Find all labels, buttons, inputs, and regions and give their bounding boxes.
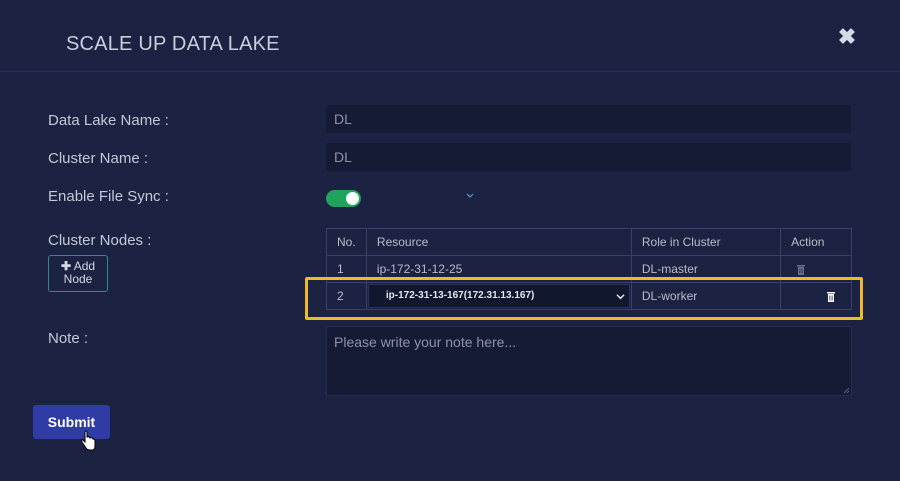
resource-select[interactable]: ip-172-31-13-167(172.31.13.167) — [367, 284, 630, 308]
note-textarea[interactable]: Please write your note here... — [326, 326, 852, 396]
row-action — [780, 255, 852, 283]
cluster-nodes-label: Cluster Nodes : — [48, 232, 152, 249]
header-role: Role in Cluster — [630, 228, 782, 256]
add-node-button[interactable]: ✚ Add Node — [48, 255, 108, 292]
add-node-label-node: Node — [63, 272, 93, 286]
table-header-row: No. Resource Role in Cluster Action — [326, 228, 852, 256]
data-lake-name-label: Data Lake Name : — [48, 112, 169, 129]
cluster-name-field[interactable]: DL — [326, 143, 851, 171]
header-no: No. — [326, 228, 367, 256]
note-placeholder: Please write your note here... — [334, 334, 517, 350]
chevron-down-icon — [616, 294, 625, 300]
toggle-knob — [346, 192, 359, 205]
plus-icon: ✚ — [60, 259, 72, 273]
close-icon[interactable]: ✖ — [836, 26, 858, 48]
table-row: 1 ip-172-31-12-25 DL-master — [326, 255, 852, 283]
row-no: 1 — [326, 255, 367, 283]
row-role: DL-master — [630, 255, 782, 283]
data-lake-name-field[interactable]: DL — [326, 105, 851, 133]
hand-cursor-icon — [81, 430, 96, 451]
cluster-name-label: Cluster Name : — [48, 150, 149, 167]
modal-title: SCALE UP DATA LAKE — [66, 33, 280, 55]
chevron-down-icon[interactable] — [465, 191, 475, 201]
add-node-label-add: Add — [73, 259, 96, 273]
trash-icon[interactable] — [825, 291, 837, 303]
resize-grip-icon[interactable] — [843, 387, 850, 394]
submit-button[interactable]: Submit — [33, 405, 110, 439]
table-row: 2 ip-172-31-13-167(172.31.13.167) DL-wor… — [326, 282, 852, 310]
file-sync-toggle[interactable] — [326, 190, 361, 207]
row-no: 2 — [326, 282, 367, 310]
scale-up-data-lake-modal: SCALE UP DATA LAKE ✖ Data Lake Name : DL… — [0, 0, 900, 481]
header-action: Action — [780, 228, 852, 256]
header-resource: Resource — [365, 228, 632, 256]
row-resource: ip-172-31-12-25 — [365, 255, 632, 283]
enable-file-sync-label: Enable File Sync : — [48, 188, 169, 205]
row-action — [780, 282, 852, 310]
modal-header: SCALE UP DATA LAKE ✖ — [0, 0, 900, 72]
resource-select-value: ip-172-31-13-167(172.31.13.167) — [385, 290, 535, 301]
trash-icon[interactable] — [795, 264, 807, 276]
row-role: DL-worker — [630, 282, 782, 310]
cluster-nodes-table: No. Resource Role in Cluster Action 1 ip… — [326, 228, 852, 310]
note-label: Note : — [48, 330, 89, 347]
row-resource: ip-172-31-13-167(172.31.13.167) — [365, 282, 632, 310]
